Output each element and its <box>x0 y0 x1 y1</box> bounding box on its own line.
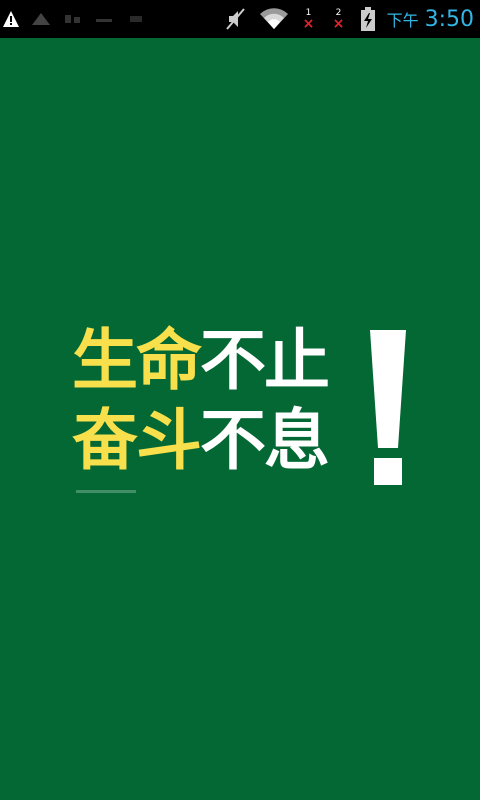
notification-area[interactable] <box>0 0 148 38</box>
warning-icon <box>3 11 19 27</box>
logo-fine-print <box>76 490 136 493</box>
notification-icon <box>32 13 50 25</box>
slogan-logo: 生命不止 奋斗不息 <box>72 328 417 498</box>
slogan-line-1-yellow: 生命 <box>72 322 202 399</box>
slogan-line-1-white: 不止 <box>200 322 330 399</box>
mute-icon <box>225 8 245 30</box>
signal-sim2-icon: 2 × <box>331 4 349 34</box>
status-bar[interactable]: 1 × 2 × 下午 3:50 <box>0 0 480 38</box>
signal-sim1-icon: 1 × <box>301 4 319 34</box>
exclamation-mark <box>370 330 406 485</box>
slogan-line-2-yellow: 奋斗 <box>72 402 202 479</box>
system-icons: 1 × 2 × 下午 3:50 <box>225 0 474 38</box>
battery-charging-icon <box>360 7 375 31</box>
notification-icon <box>65 15 80 23</box>
slogan-line-2: 奋斗不息 <box>72 408 330 474</box>
wifi-icon <box>259 8 288 30</box>
clock-ampm: 下午 <box>386 11 419 30</box>
no-signal-icon: × <box>302 16 315 32</box>
clock-time: 3:50 <box>424 6 474 32</box>
no-signal-icon: × <box>332 16 345 32</box>
slogan-line-2-white: 不息 <box>200 402 330 479</box>
splash-screen: 生命不止 奋斗不息 <box>0 38 480 800</box>
notification-icon <box>96 19 112 22</box>
slogan-line-1: 生命不止 <box>72 328 330 394</box>
notification-icon <box>130 16 142 22</box>
